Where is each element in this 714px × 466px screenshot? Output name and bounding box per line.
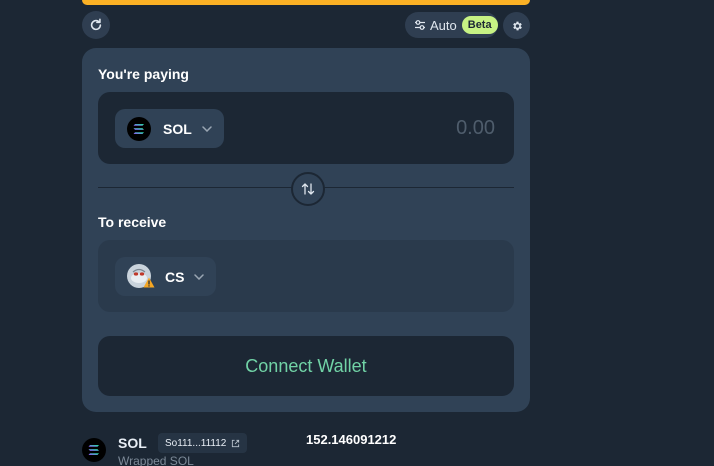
settings-button[interactable] — [503, 12, 530, 39]
sol-token-icon — [82, 438, 106, 462]
token-info-name: Wrapped SOL — [118, 454, 194, 466]
swap-card: You're paying SOL 0.00 To receive CS Con… — [82, 48, 530, 412]
swap-page: Auto Beta You're paying SOL 0.00 To rece… — [0, 0, 714, 466]
external-link-icon — [232, 439, 240, 447]
swap-direction-button[interactable] — [291, 172, 325, 206]
receive-token-select[interactable]: CS — [115, 257, 217, 296]
token-info-row: SOL So111...11112 Wrapped SOL 152.146091… — [82, 432, 530, 466]
receive-label: To receive — [98, 214, 167, 230]
paying-box: SOL — [98, 92, 514, 164]
receive-token-symbol: CS — [165, 268, 185, 285]
paying-label: You're paying — [98, 66, 189, 82]
auto-routing-toggle[interactable]: Auto Beta — [405, 12, 498, 38]
token-info-price: 152.146091212 — [306, 432, 397, 447]
connect-wallet-button[interactable]: Connect Wallet — [98, 336, 514, 396]
warning-icon — [143, 277, 155, 288]
paying-amount-input[interactable] — [293, 116, 497, 141]
auto-label: Auto — [430, 17, 457, 33]
sliders-icon — [415, 20, 425, 30]
beta-badge: Beta — [461, 16, 498, 34]
refresh-icon — [90, 18, 102, 31]
chevron-down-icon — [194, 273, 205, 280]
receive-box: CS — [98, 240, 514, 312]
swap-arrows-icon — [301, 183, 315, 195]
token-address: So111...11112 — [165, 437, 227, 449]
refresh-button[interactable] — [82, 11, 110, 39]
token-info-symbol: SOL — [118, 435, 147, 451]
chevron-down-icon — [202, 125, 212, 132]
token-address-link[interactable]: So111...11112 — [158, 433, 248, 453]
sol-token-icon — [127, 116, 151, 141]
top-accent-bar — [82, 0, 530, 5]
paying-token-select[interactable]: SOL — [115, 109, 224, 148]
paying-token-symbol: SOL — [163, 120, 192, 137]
gear-icon — [512, 21, 522, 30]
